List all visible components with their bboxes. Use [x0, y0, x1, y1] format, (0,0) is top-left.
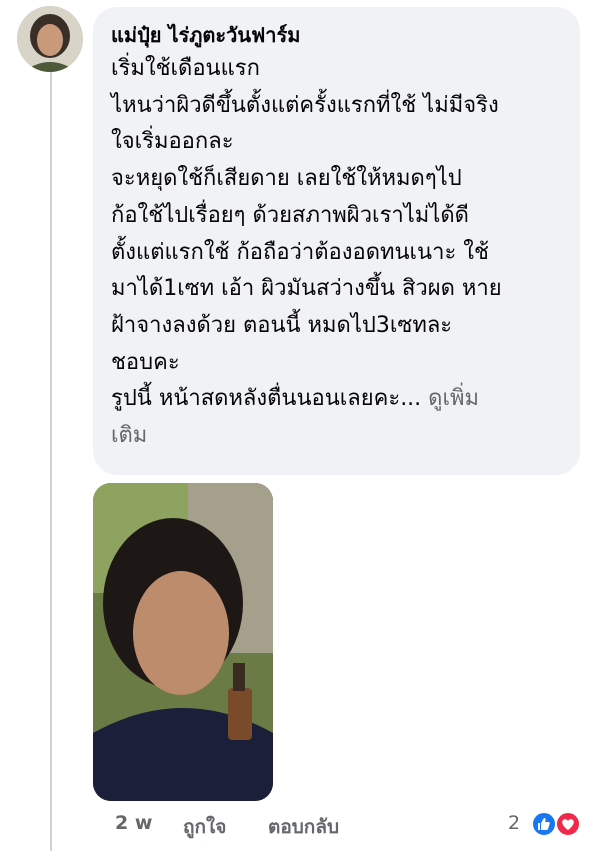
see-more-link-continued[interactable]: เติม	[111, 418, 562, 455]
comment-footer: 2 w ถูกใจ ตอบกลับ 2	[0, 811, 600, 842]
comment-bubble: แม่ปุ๋ย ไร่ภูตะวันฟาร์ม เริ่มใช้เดือนแรก…	[93, 7, 580, 475]
comment-author[interactable]: แม่ปุ๋ย ไร่ภูตะวันฟาร์ม	[111, 21, 562, 51]
like-icon[interactable]	[531, 811, 557, 837]
comment-text-line: ใจเริ่มออกละ	[111, 129, 234, 155]
avatar-image	[17, 6, 83, 72]
comment-text-line: ก้อใช้ไปเรื่อยๆ ด้วยสภาพผิวเราไม่ได้ดี	[111, 202, 469, 228]
comment-text-line: มาได้1เซท เอ้า ผิวมันสว่างขึ้น สิวผด หาย	[111, 276, 502, 302]
comment-text-line-last: รูปนี้ หน้าสดหลังตื่นนอนเลยคะ... ดูเพิ่ม	[111, 381, 562, 418]
comment-text-line: เริ่มใช้เดือนแรก	[111, 56, 260, 81]
heart-icon	[562, 819, 574, 830]
comment-text-line: ชอบคะ	[111, 349, 180, 375]
reaction-count[interactable]: 2	[508, 812, 520, 834]
love-icon[interactable]	[555, 811, 581, 837]
comment-timestamp[interactable]: 2 w	[115, 812, 152, 834]
comment-text-line: จะหยุดใช้ก็เสียดาย เลยใช้ให้หมดๆไป	[111, 166, 462, 192]
comment-text-line: ไหนว่าผิวดีขึ้นตั้งแต่ครั้งแรกที่ใช้ ไม่…	[111, 92, 499, 118]
comment-text-line: ฝ้าจางลงด้วย ตอนนี้ หมดไป3เซทละ	[111, 312, 453, 338]
comment-text-line: ตั้งแต่แรกใช้ ก้อถือว่าต้องอดทนเนาะ ใช้	[111, 239, 489, 265]
thread-line	[50, 72, 52, 851]
like-action[interactable]: ถูกใจ	[183, 812, 226, 842]
thumbs-up-icon	[538, 818, 550, 830]
avatar[interactable]	[17, 6, 83, 72]
reply-action[interactable]: ตอบกลับ	[268, 812, 339, 842]
comment-photo-image	[93, 483, 273, 801]
comment-photo[interactable]	[93, 483, 273, 801]
see-more-link[interactable]: ดูเพิ่ม	[428, 386, 479, 411]
comment-text-tail: รูปนี้ หน้าสดหลังตื่นนอนเลยคะ...	[111, 386, 422, 412]
